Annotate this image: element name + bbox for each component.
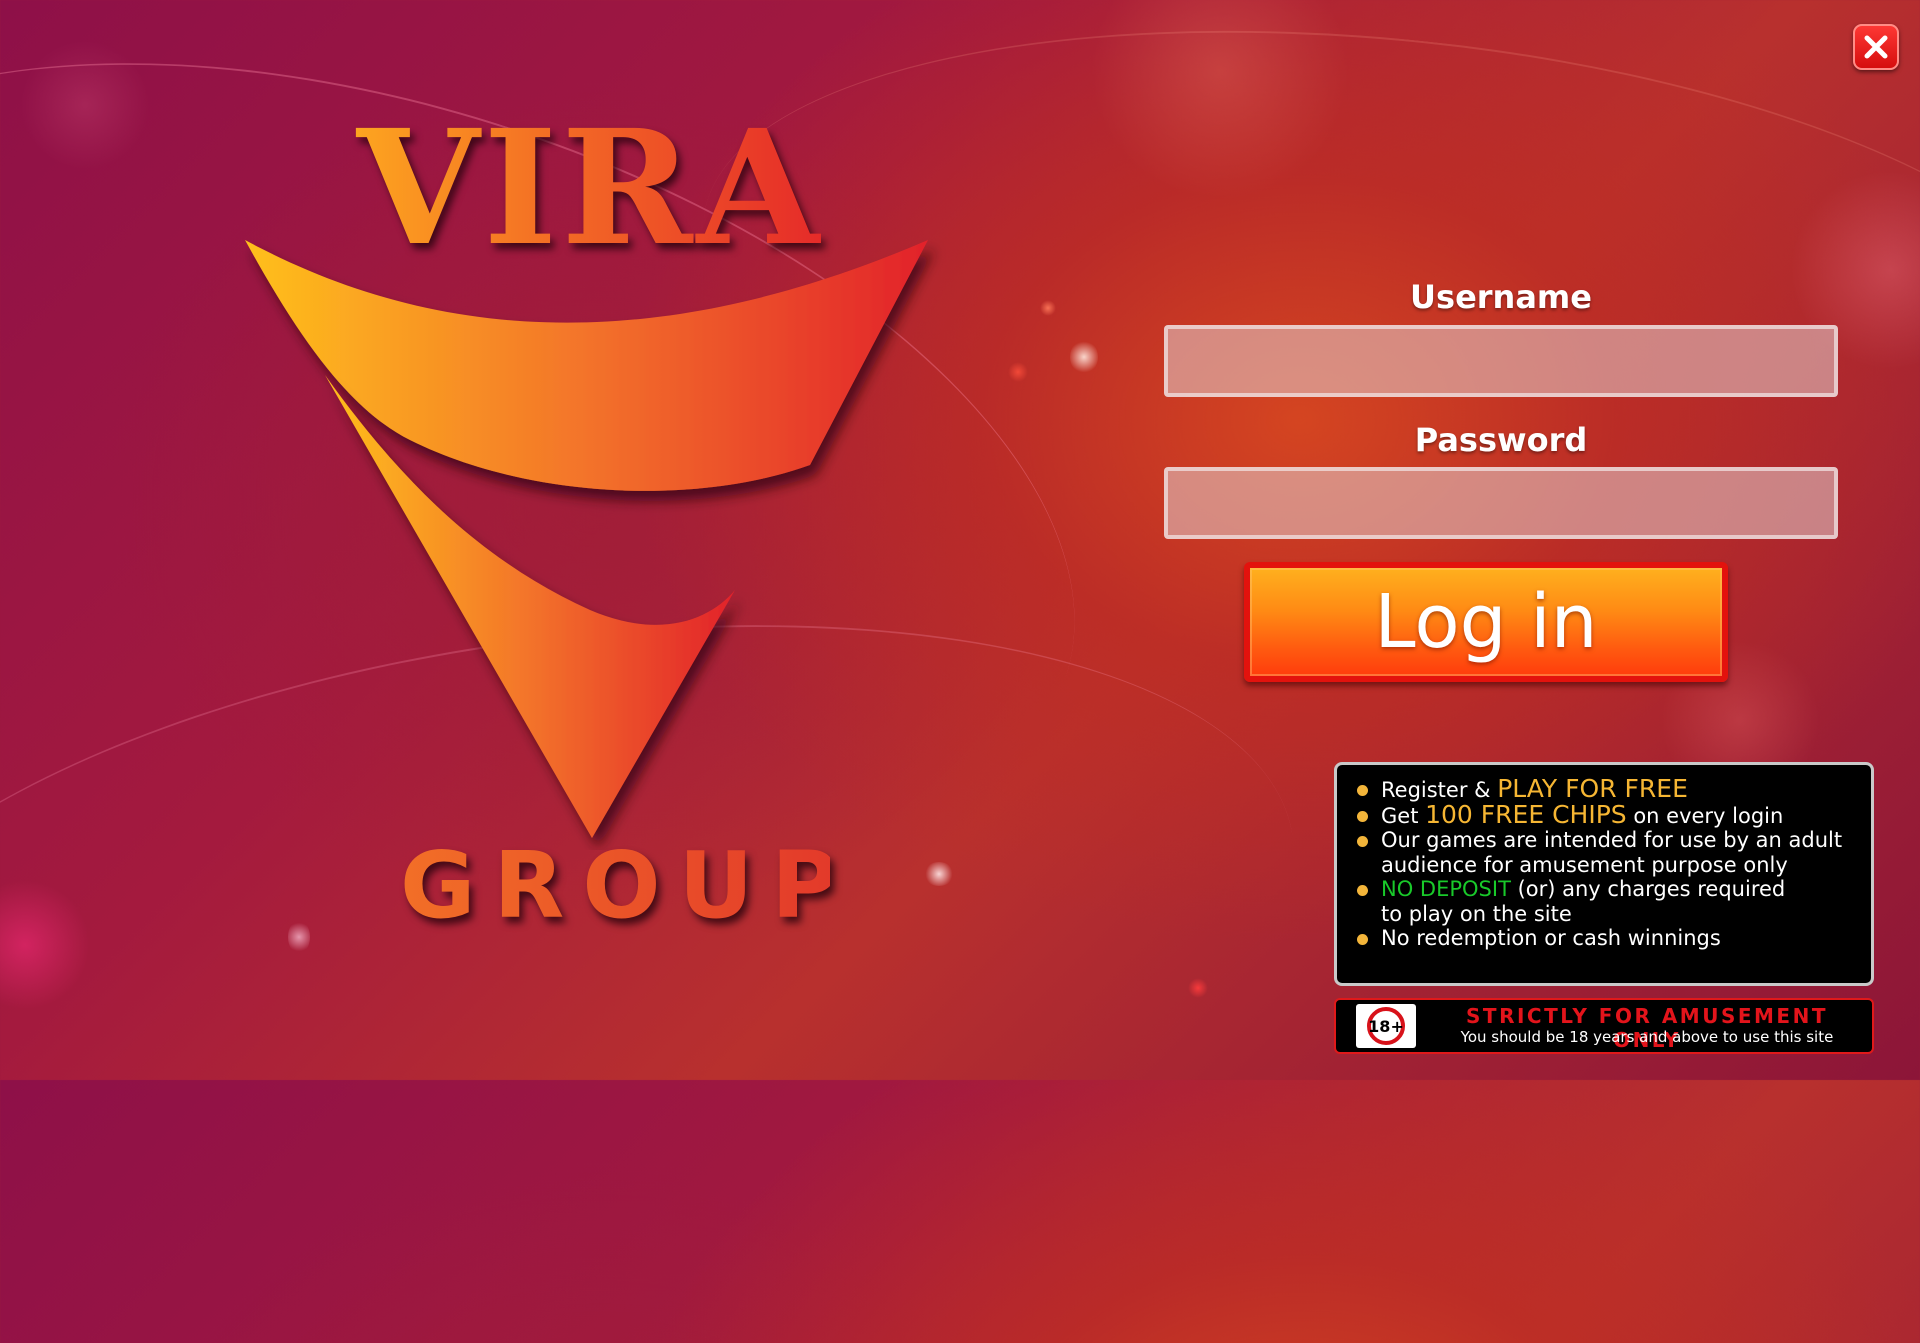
info-highlight-green: NO DEPOSIT <box>1381 877 1511 901</box>
info-text: audience for amusement purpose only <box>1381 852 1788 877</box>
bullet-icon <box>1357 885 1368 896</box>
info-panel: Register & PLAY FOR FREE Get 100 FREE CH… <box>1334 762 1874 986</box>
background-bokeh <box>1090 0 1350 200</box>
info-item-adult-audience: Our games are intended for use by an adu… <box>1355 828 1853 877</box>
logo-wordmark-bottom: GROUP <box>400 832 857 939</box>
close-button[interactable] <box>1853 24 1899 70</box>
info-highlight: 100 FREE CHIPS <box>1425 799 1627 829</box>
logo-wordmark-top: VIRA <box>310 110 870 268</box>
info-text: to play on the site <box>1381 901 1572 926</box>
username-input[interactable] <box>1164 325 1838 397</box>
password-input[interactable] <box>1164 467 1838 539</box>
age-notice-subtitle: You should be 18 years and above to use … <box>1460 1028 1834 1046</box>
background-bokeh <box>0 880 90 1010</box>
info-item-free-chips: Get 100 FREE CHIPS on every login <box>1355 799 1853 829</box>
bullet-icon <box>1357 810 1368 822</box>
bullet-icon <box>1357 785 1368 796</box>
info-text: Our games are intended for use by an adu… <box>1381 828 1843 852</box>
background-bokeh <box>1188 978 1208 998</box>
username-label: Username <box>1410 278 1592 316</box>
info-text: on every login <box>1626 803 1784 828</box>
bullet-icon <box>1357 836 1368 847</box>
login-button[interactable]: Log in <box>1244 562 1728 682</box>
info-item-no-redemption: No redemption or cash winnings <box>1355 926 1853 951</box>
bullet-icon <box>1357 934 1368 945</box>
background-bokeh <box>1070 340 1098 374</box>
info-text: Register & <box>1381 778 1498 802</box>
info-text: No redemption or cash winnings <box>1381 926 1721 950</box>
close-icon <box>1864 35 1888 59</box>
age-restriction-banner: 18+ STRICTLY FOR AMUSEMENT ONLY You shou… <box>1334 998 1874 1054</box>
info-text: Get <box>1381 803 1426 828</box>
background-bokeh <box>1040 300 1056 316</box>
background-bokeh <box>924 862 954 886</box>
background-bokeh <box>20 40 150 170</box>
password-label: Password <box>1414 421 1588 459</box>
info-text: (or) any charges required <box>1510 877 1786 901</box>
background-bokeh <box>1008 362 1028 382</box>
background-bokeh <box>288 920 310 954</box>
info-item-no-deposit: NO DEPOSIT (or) any charges required to … <box>1355 877 1853 926</box>
age-badge-text: 18+ <box>1367 1007 1405 1045</box>
age-18-icon: 18+ <box>1356 1004 1416 1048</box>
